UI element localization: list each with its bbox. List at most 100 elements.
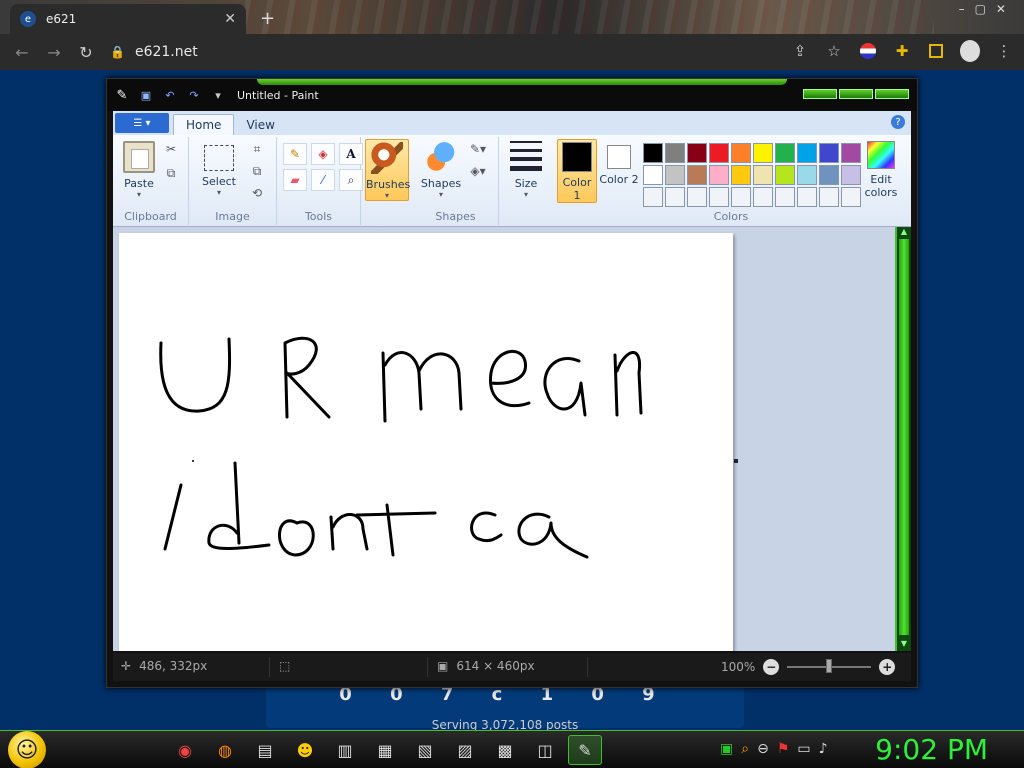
vertical-scrollbar[interactable]: ▲ ▼ <box>895 227 911 651</box>
7zip-icon[interactable]: ▧ <box>408 735 442 765</box>
drive-icon[interactable]: ▦ <box>368 735 402 765</box>
network-flag-icon[interactable]: ⚑ <box>777 741 790 757</box>
browser-menu-icon[interactable]: ⋮ <box>994 40 1014 62</box>
monitor-icon[interactable]: ▨ <box>448 735 482 765</box>
close-tab-icon[interactable]: ✕ <box>224 11 236 27</box>
palette-swatch[interactable] <box>665 165 685 185</box>
scrollbar-thumb[interactable] <box>899 239 909 635</box>
tab-home[interactable]: Home <box>173 114 235 135</box>
help-icon[interactable]: ? <box>891 115 905 129</box>
forward-arrow-icon[interactable]: → <box>38 43 70 62</box>
palette-swatch[interactable] <box>687 187 707 207</box>
new-tab-button[interactable]: + <box>260 8 275 29</box>
chrome-icon[interactable]: ◉ <box>168 735 202 765</box>
folder-icon[interactable]: ▥ <box>328 735 362 765</box>
document-icon[interactable]: ▩ <box>488 735 522 765</box>
window-controls[interactable]: –▢✕ <box>959 2 1016 16</box>
close-button[interactable] <box>875 89 909 99</box>
smiley-app-icon[interactable]: ☻ <box>288 735 322 765</box>
copy-icon[interactable]: ⧉ <box>161 163 181 183</box>
magnifier-icon[interactable]: ⌕ <box>339 169 363 191</box>
paint-menu-button[interactable]: ☰ ▾ <box>115 113 169 133</box>
canvas-resize-handle[interactable] <box>734 459 738 463</box>
palette-swatch[interactable] <box>753 165 773 185</box>
extension-flag-icon[interactable] <box>858 40 878 62</box>
zoom-slider-thumb[interactable] <box>826 659 833 673</box>
redo-icon[interactable]: ↷ <box>185 86 203 104</box>
text-tool-icon[interactable]: A <box>339 143 363 165</box>
palette-swatch[interactable] <box>797 165 817 185</box>
palette-swatch[interactable] <box>819 143 839 163</box>
maximize-button[interactable] <box>839 89 873 99</box>
customize-quick-access-icon[interactable]: ▾ <box>209 86 227 104</box>
reload-icon[interactable]: ↻ <box>70 43 102 62</box>
fill-bucket-icon[interactable]: ◈ <box>311 143 335 165</box>
select-button[interactable]: Select ▾ <box>197 141 241 197</box>
palette-swatch[interactable] <box>709 143 729 163</box>
palette-swatch[interactable] <box>797 143 817 163</box>
eraser-icon[interactable]: ▰ <box>283 169 307 191</box>
paint-taskbar-icon[interactable]: ✎ <box>568 735 602 765</box>
address-bar[interactable]: 🔒 e621.net <box>110 39 850 65</box>
save-icon[interactable]: ▣ <box>137 86 155 104</box>
browser-tab[interactable]: e e621 ✕ <box>10 4 246 34</box>
palette-swatch[interactable] <box>775 187 795 207</box>
rotate-icon[interactable]: ⟲ <box>247 183 267 203</box>
tab-view[interactable]: View <box>234 115 286 135</box>
palette-swatch[interactable] <box>775 143 795 163</box>
scroll-up-icon[interactable]: ▲ <box>897 227 911 239</box>
palette-swatch[interactable] <box>643 165 663 185</box>
palette-swatch[interactable] <box>753 187 773 207</box>
outline-icon[interactable]: ✎▾ <box>465 139 491 159</box>
volume-icon[interactable]: ♪ <box>819 741 828 757</box>
palette-swatch[interactable] <box>731 143 751 163</box>
network-icon[interactable]: ▭ <box>797 741 810 757</box>
app-icon[interactable]: ▤ <box>248 735 282 765</box>
photos-icon[interactable]: ◫ <box>528 735 562 765</box>
profile-avatar-icon[interactable] <box>960 40 980 62</box>
palette-swatch[interactable] <box>797 187 817 207</box>
start-button-smiley-icon[interactable]: ☺ <box>8 731 46 768</box>
crop-icon[interactable]: ⌗ <box>247 139 267 159</box>
palette-swatch[interactable] <box>709 165 729 185</box>
search-icon[interactable]: ⌕ <box>741 741 749 757</box>
palette-swatch[interactable] <box>665 143 685 163</box>
palette-swatch[interactable] <box>731 187 751 207</box>
palette-swatch[interactable] <box>841 165 861 185</box>
palette-swatch[interactable] <box>643 143 663 163</box>
palette-swatch[interactable] <box>841 143 861 163</box>
extensions-puzzle-icon[interactable]: ✚ <box>892 40 912 62</box>
taskbar-clock[interactable]: 9:02 PM <box>875 733 988 766</box>
scroll-down-icon[interactable]: ▼ <box>897 639 911 651</box>
zoom-slider[interactable] <box>787 659 872 673</box>
tray-app-icon[interactable]: ▣ <box>720 741 733 757</box>
paint-app-icon[interactable]: ✎ <box>113 86 131 104</box>
share-icon[interactable]: ⇪ <box>790 40 810 62</box>
palette-swatch[interactable] <box>819 187 839 207</box>
palette-swatch[interactable] <box>841 187 861 207</box>
size-button[interactable]: Size ▾ <box>507 141 545 199</box>
pencil-icon[interactable]: ✎ <box>283 143 307 165</box>
palette-swatch[interactable] <box>687 165 707 185</box>
paste-button[interactable]: Paste ▾ <box>119 141 159 199</box>
fill-icon[interactable]: ◈▾ <box>465 161 491 181</box>
shapes-button[interactable]: Shapes ▾ <box>419 141 463 199</box>
undo-icon[interactable]: ↶ <box>161 86 179 104</box>
brushes-button[interactable]: Brushes ▾ <box>365 139 410 201</box>
side-panel-icon[interactable] <box>926 40 946 62</box>
palette-swatch[interactable] <box>643 187 663 207</box>
minimize-button[interactable] <box>803 89 837 99</box>
color1-button[interactable]: Color 1 <box>557 139 597 203</box>
palette-swatch[interactable] <box>775 165 795 185</box>
bookmark-star-icon[interactable]: ☆ <box>824 40 844 62</box>
tray-minus-icon[interactable]: ⊖ <box>757 741 769 757</box>
palette-swatch[interactable] <box>731 165 751 185</box>
firefox-icon[interactable]: ◍ <box>208 735 242 765</box>
palette-swatch[interactable] <box>687 143 707 163</box>
zoom-out-button[interactable]: − <box>763 659 780 675</box>
drawing-canvas[interactable] <box>119 233 733 651</box>
resize-icon[interactable]: ⧉ <box>247 161 267 181</box>
edit-colors-button[interactable]: Edit colors <box>859 141 903 199</box>
palette-swatch[interactable] <box>753 143 773 163</box>
cut-icon[interactable]: ✂ <box>161 139 181 159</box>
